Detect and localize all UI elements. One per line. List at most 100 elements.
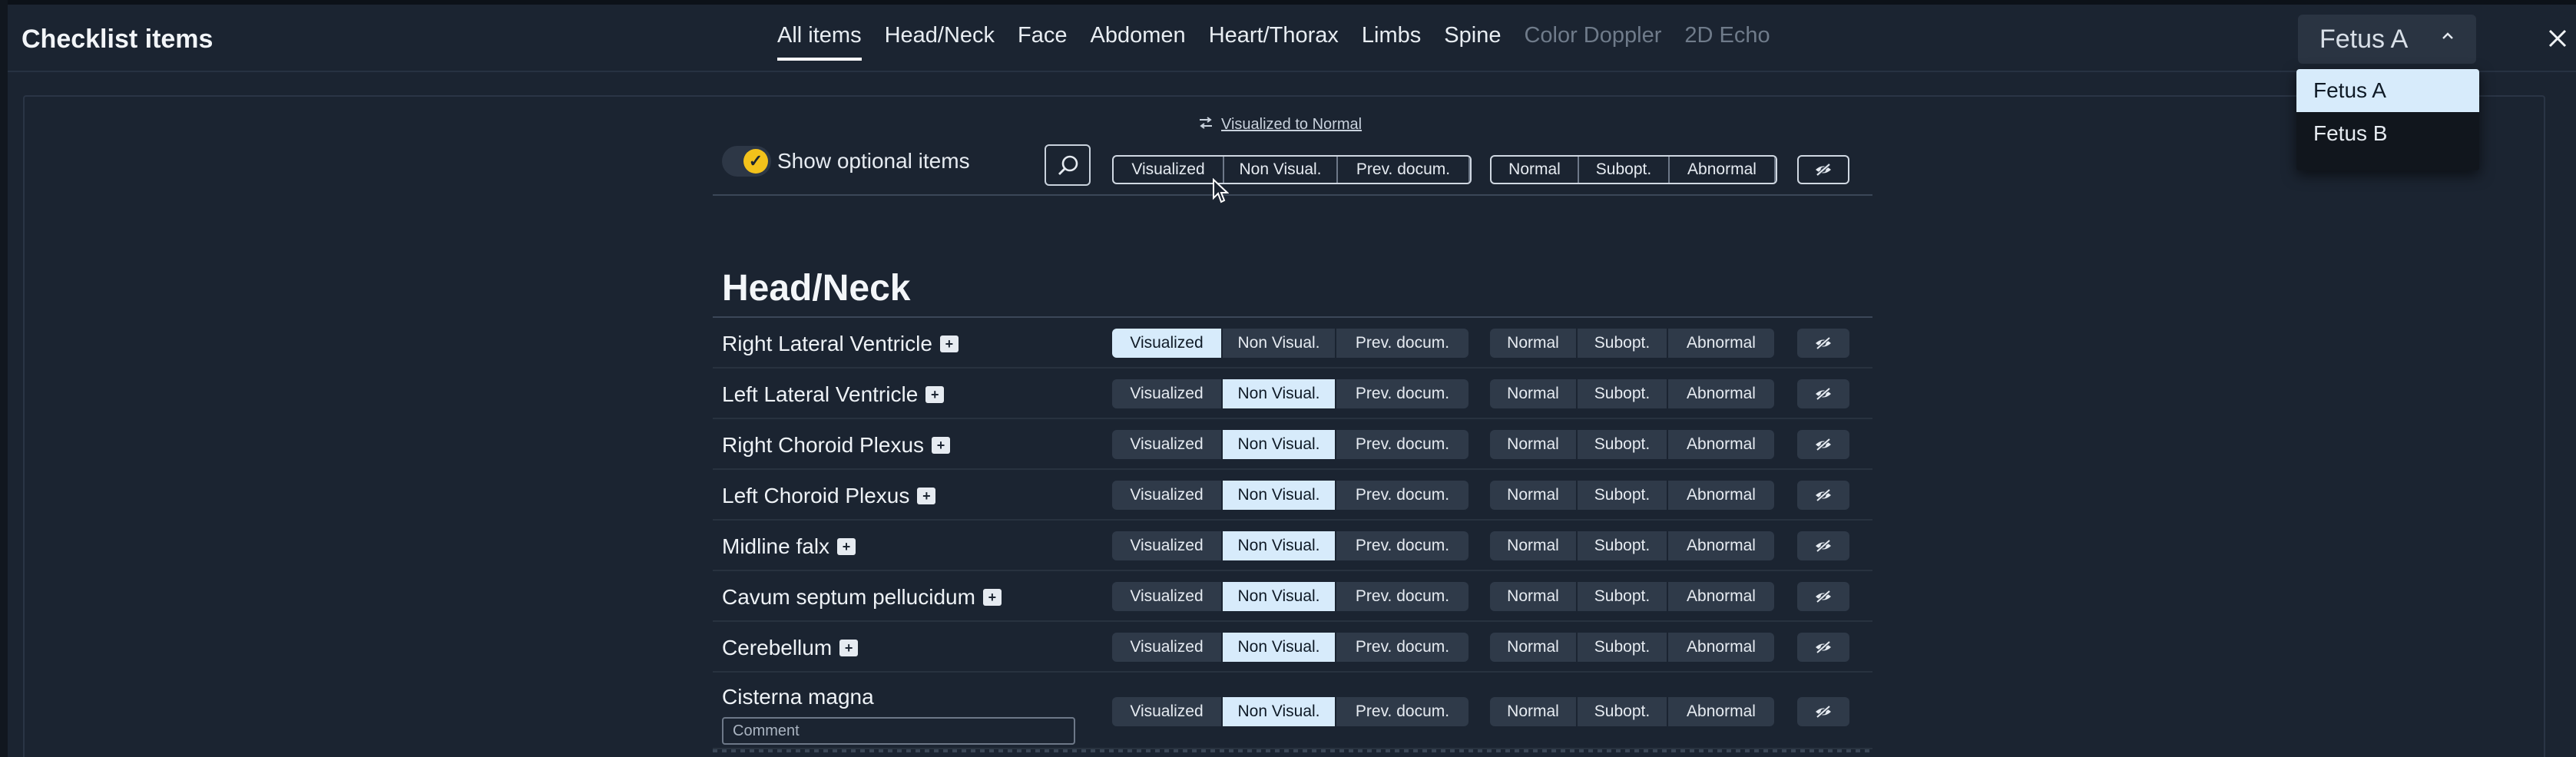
abnormal-button[interactable]: Abnormal [1670, 157, 1776, 183]
non-visual-button[interactable]: Non Visual. [1223, 379, 1336, 408]
prev-docum-button[interactable]: Prev. docum. [1336, 379, 1468, 408]
eye-off-icon [1816, 488, 1831, 502]
show-optional-toggle[interactable]: ✓ Show optional items [722, 146, 970, 177]
non-visual-button[interactable]: Non Visual. [1223, 329, 1336, 358]
visualized-button[interactable]: Visualized [1112, 430, 1223, 459]
prev-docum-button[interactable]: Prev. docum. [1336, 633, 1468, 662]
add-comment-icon[interactable]: + [925, 386, 945, 403]
non-visual-button[interactable]: Non Visual. [1223, 582, 1336, 611]
subopt-button[interactable]: Subopt. [1578, 531, 1668, 560]
hide-item-button[interactable] [1797, 379, 1849, 408]
visualized-button[interactable]: Visualized [1112, 329, 1223, 358]
checklist-row: Midline falx + Visualized Non Visual. Prev. … [713, 521, 1872, 571]
subopt-button[interactable]: Subopt. [1578, 430, 1668, 459]
subopt-button[interactable]: Subopt. [1578, 481, 1668, 510]
hide-item-button[interactable] [1797, 633, 1849, 662]
prev-docum-button[interactable]: Prev. docum. [1336, 481, 1468, 510]
non-visual-button[interactable]: Non Visual. [1224, 157, 1338, 183]
abnormal-button[interactable]: Abnormal [1668, 633, 1774, 662]
visualized-button[interactable]: Visualized [1112, 481, 1223, 510]
prev-docum-button[interactable]: Prev. docum. [1336, 531, 1468, 560]
prev-docum-button[interactable]: Prev. docum. [1336, 430, 1468, 459]
visualized-button[interactable]: Visualized [1112, 633, 1223, 662]
normal-button[interactable]: Normal [1490, 329, 1578, 358]
item-label: Left Choroid Plexus + [722, 484, 936, 508]
visualized-to-normal-link[interactable]: Visualized to Normal [1198, 114, 1362, 134]
normal-button[interactable]: Normal [1490, 481, 1578, 510]
hide-item-button[interactable] [1797, 155, 1849, 184]
subopt-button[interactable]: Subopt. [1578, 329, 1668, 358]
non-visual-button[interactable]: Non Visual. [1223, 633, 1336, 662]
eye-off-icon [1816, 387, 1831, 401]
tab-abdomen[interactable]: Abdomen [1091, 23, 1186, 61]
hide-item-button[interactable] [1797, 481, 1849, 510]
prev-docum-button[interactable]: Prev. docum. [1336, 697, 1468, 726]
hide-item-button[interactable] [1797, 697, 1849, 726]
checklist-row: Left Lateral Ventricle + Visualized Non Vis… [713, 369, 1872, 419]
add-comment-icon[interactable]: + [917, 488, 936, 504]
subopt-button[interactable]: Subopt. [1578, 582, 1668, 611]
search-button[interactable] [1045, 144, 1091, 186]
normal-button[interactable]: Normal [1490, 633, 1578, 662]
abnormal-button[interactable]: Abnormal [1668, 481, 1774, 510]
close-button[interactable] [2542, 23, 2573, 54]
eye-off-icon [1816, 640, 1831, 654]
checklist-row: Cerebellum + Visualized Non Visual. Prev. do… [713, 622, 1872, 673]
non-visual-button[interactable]: Non Visual. [1223, 481, 1336, 510]
add-comment-icon[interactable]: + [837, 538, 856, 555]
hide-item-button[interactable] [1797, 531, 1849, 560]
subopt-button[interactable]: Subopt. [1578, 379, 1668, 408]
visualized-button[interactable]: Visualized [1114, 157, 1224, 183]
abnormal-button[interactable]: Abnormal [1668, 379, 1774, 408]
normal-button[interactable]: Normal [1492, 157, 1579, 183]
visibility-group: Visualized Non Visual. Prev. docum. [1112, 329, 1468, 358]
fetus-option-fetus-b[interactable]: Fetus B [2296, 112, 2479, 155]
normal-button[interactable]: Normal [1490, 697, 1578, 726]
add-comment-icon[interactable]: + [982, 589, 1002, 606]
visualized-button[interactable]: Visualized [1112, 379, 1223, 408]
tab-heart-thorax[interactable]: Heart/Thorax [1209, 23, 1339, 61]
prev-docum-button[interactable]: Prev. docum. [1338, 157, 1470, 183]
normal-button[interactable]: Normal [1490, 430, 1578, 459]
subopt-button[interactable]: Subopt. [1579, 157, 1670, 183]
fetus-select[interactable]: Fetus A [2298, 15, 2476, 64]
hide-item-button[interactable] [1797, 430, 1849, 459]
fetus-select-value: Fetus A [2319, 24, 2409, 54]
non-visual-button[interactable]: Non Visual. [1223, 531, 1336, 560]
non-visual-button[interactable]: Non Visual. [1223, 697, 1336, 726]
hide-item-button[interactable] [1797, 582, 1849, 611]
add-comment-icon[interactable]: + [939, 336, 959, 352]
visualized-button[interactable]: Visualized [1112, 531, 1223, 560]
abnormal-button[interactable]: Abnormal [1668, 430, 1774, 459]
fetus-option-fetus-a[interactable]: Fetus A [2296, 69, 2479, 112]
visualized-button[interactable]: Visualized [1112, 697, 1223, 726]
tab-limbs[interactable]: Limbs [1362, 23, 1421, 61]
quality-group: Normal Subopt. Abnormal [1490, 329, 1774, 358]
hide-item-button[interactable] [1797, 329, 1849, 358]
bulk-visibility-group: Visualized Non Visual. Prev. docum. [1112, 155, 1472, 184]
tab-all-items[interactable]: All items [777, 23, 862, 61]
abnormal-button[interactable]: Abnormal [1668, 697, 1774, 726]
tab-face[interactable]: Face [1018, 23, 1067, 61]
normal-button[interactable]: Normal [1490, 582, 1578, 611]
add-comment-icon[interactable]: + [839, 640, 859, 656]
tab-head-neck[interactable]: Head/Neck [885, 23, 995, 61]
visualized-button[interactable]: Visualized [1112, 582, 1223, 611]
tab-spine[interactable]: Spine [1444, 23, 1501, 61]
prev-docum-button[interactable]: Prev. docum. [1336, 329, 1468, 358]
tab-color-doppler: Color Doppler [1524, 23, 1662, 48]
subopt-button[interactable]: Subopt. [1578, 633, 1668, 662]
comment-field[interactable] [722, 717, 1075, 745]
prev-docum-button[interactable]: Prev. docum. [1336, 582, 1468, 611]
non-visual-button[interactable]: Non Visual. [1223, 430, 1336, 459]
checklist-row: Cisterna magna VisualizedNon Visual.Prev.… [713, 673, 1872, 749]
add-comment-icon[interactable]: + [932, 437, 951, 454]
abnormal-button[interactable]: Abnormal [1668, 531, 1774, 560]
normal-button[interactable]: Normal [1490, 531, 1578, 560]
subopt-button[interactable]: Subopt. [1578, 697, 1668, 726]
tab-2d-echo: 2D Echo [1684, 23, 1770, 48]
abnormal-button[interactable]: Abnormal [1668, 582, 1774, 611]
normal-button[interactable]: Normal [1490, 379, 1578, 408]
item-label-text: Left Choroid Plexus [722, 484, 910, 507]
abnormal-button[interactable]: Abnormal [1668, 329, 1774, 358]
